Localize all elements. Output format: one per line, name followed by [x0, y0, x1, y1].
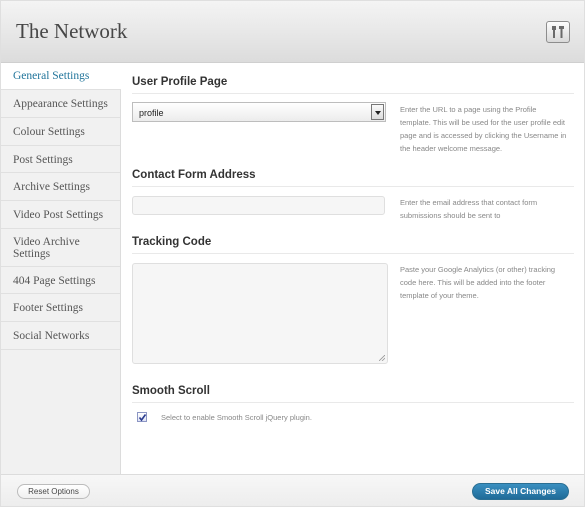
tracking-code-title: Tracking Code — [132, 236, 212, 248]
smooth-scroll-label: Select to enable Smooth Scroll jQuery pl… — [161, 413, 312, 422]
contact-form-help: Enter the email address that contact for… — [400, 198, 538, 220]
sidebar-item-404-page-settings[interactable]: 404 Page Settings — [1, 267, 120, 294]
sidebar-item-video-archive-settings[interactable]: Video Archive Settings — [1, 229, 120, 267]
sidebar-item-post-settings[interactable]: Post Settings — [1, 146, 120, 173]
sidebar-item-appearance-settings[interactable]: Appearance Settings — [1, 90, 120, 118]
sidebar-item-social-networks[interactable]: Social Networks — [1, 322, 120, 350]
sidebar-item-video-post-settings[interactable]: Video Post Settings — [1, 201, 120, 229]
settings-content: User Profile Page profile Enter the URL … — [122, 63, 584, 474]
sidebar-item-footer-settings[interactable]: Footer Settings — [1, 294, 120, 322]
sidebar-item-label: Footer Settings — [13, 302, 83, 314]
resize-grip-icon[interactable] — [379, 355, 385, 361]
user-profile-select[interactable]: profile — [132, 102, 386, 122]
tracking-code-help: Paste your Google Analytics (or other) t… — [400, 265, 556, 300]
panel-footer: Reset Options Save All Changes — [1, 474, 584, 506]
section-divider — [132, 93, 574, 94]
smooth-scroll-title: Smooth Scroll — [132, 385, 210, 397]
user-profile-help: Enter the URL to a page using the Profil… — [400, 105, 567, 153]
sidebar-item-label: Archive Settings — [13, 181, 90, 193]
sidebar-item-archive-settings[interactable]: Archive Settings — [1, 173, 120, 201]
contact-form-title: Contact Form Address — [132, 169, 256, 181]
save-all-changes-button[interactable]: Save All Changes — [472, 483, 569, 500]
contact-email-field[interactable] — [132, 196, 385, 215]
section-divider — [132, 402, 574, 403]
sidebar-item-label: Colour Settings — [13, 126, 85, 138]
settings-panel: The Network General Settings Appearance … — [0, 0, 585, 507]
sidebar-item-label: 404 Page Settings — [13, 275, 96, 287]
chevron-down-icon[interactable] — [371, 104, 384, 120]
reset-options-button[interactable]: Reset Options — [17, 484, 90, 499]
sidebar-item-label: General Settings — [13, 70, 90, 82]
section-divider — [132, 186, 574, 187]
tracking-code-textarea[interactable] — [132, 263, 388, 364]
user-profile-title: User Profile Page — [132, 76, 228, 88]
panel-header: The Network — [1, 1, 584, 63]
settings-sidebar: General Settings Appearance Settings Col… — [1, 63, 121, 474]
tools-icon[interactable] — [546, 21, 570, 43]
sidebar-item-label: Appearance Settings — [13, 98, 108, 110]
sidebar-item-label: Video Post Settings — [13, 209, 104, 221]
sidebar-item-label: Video Archive Settings — [13, 236, 80, 260]
user-profile-selected-value: profile — [139, 108, 164, 118]
page-title: The Network — [16, 19, 128, 43]
sidebar-item-label: Post Settings — [13, 154, 73, 166]
sidebar-item-general-settings[interactable]: General Settings — [1, 63, 121, 90]
sidebar-item-colour-settings[interactable]: Colour Settings — [1, 118, 120, 146]
checkmark-icon — [138, 414, 147, 422]
smooth-scroll-checkbox[interactable] — [137, 412, 147, 422]
section-divider — [132, 253, 574, 254]
sidebar-item-label: Social Networks — [13, 330, 90, 342]
